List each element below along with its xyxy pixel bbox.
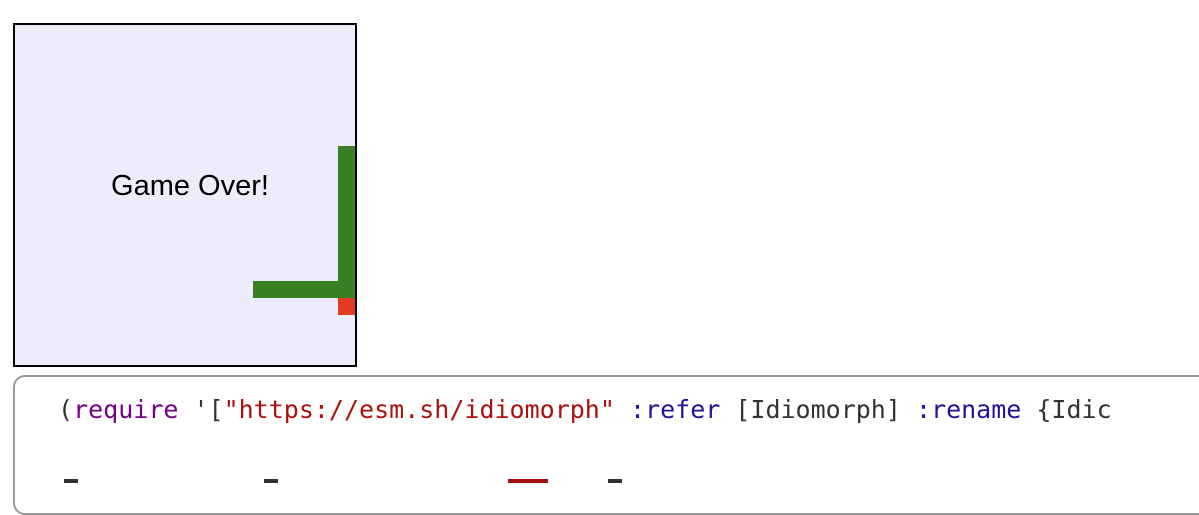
code-token: :rename — [915, 395, 1022, 424]
snake-body-vertical — [338, 146, 355, 298]
code-line-1: (require '["https://esm.sh/idiomorph" :r… — [58, 395, 1112, 425]
code-token: '[ — [178, 395, 224, 424]
code-token: "https://esm.sh/idiomorph" — [223, 395, 615, 424]
code-token: ( — [58, 395, 74, 424]
code-token: require — [73, 395, 179, 424]
game-over-message: Game Over! — [111, 170, 269, 202]
food-block — [338, 298, 355, 315]
code-token: {Idic — [1021, 395, 1112, 424]
code-token: [Idiomorph] — [720, 395, 916, 424]
snake-body-horizontal — [253, 281, 355, 298]
game-board[interactable]: Game Over! — [13, 23, 357, 367]
code-token: :refer — [629, 395, 721, 424]
code-editor[interactable]: (require '["https://esm.sh/idiomorph" :r… — [13, 375, 1199, 515]
